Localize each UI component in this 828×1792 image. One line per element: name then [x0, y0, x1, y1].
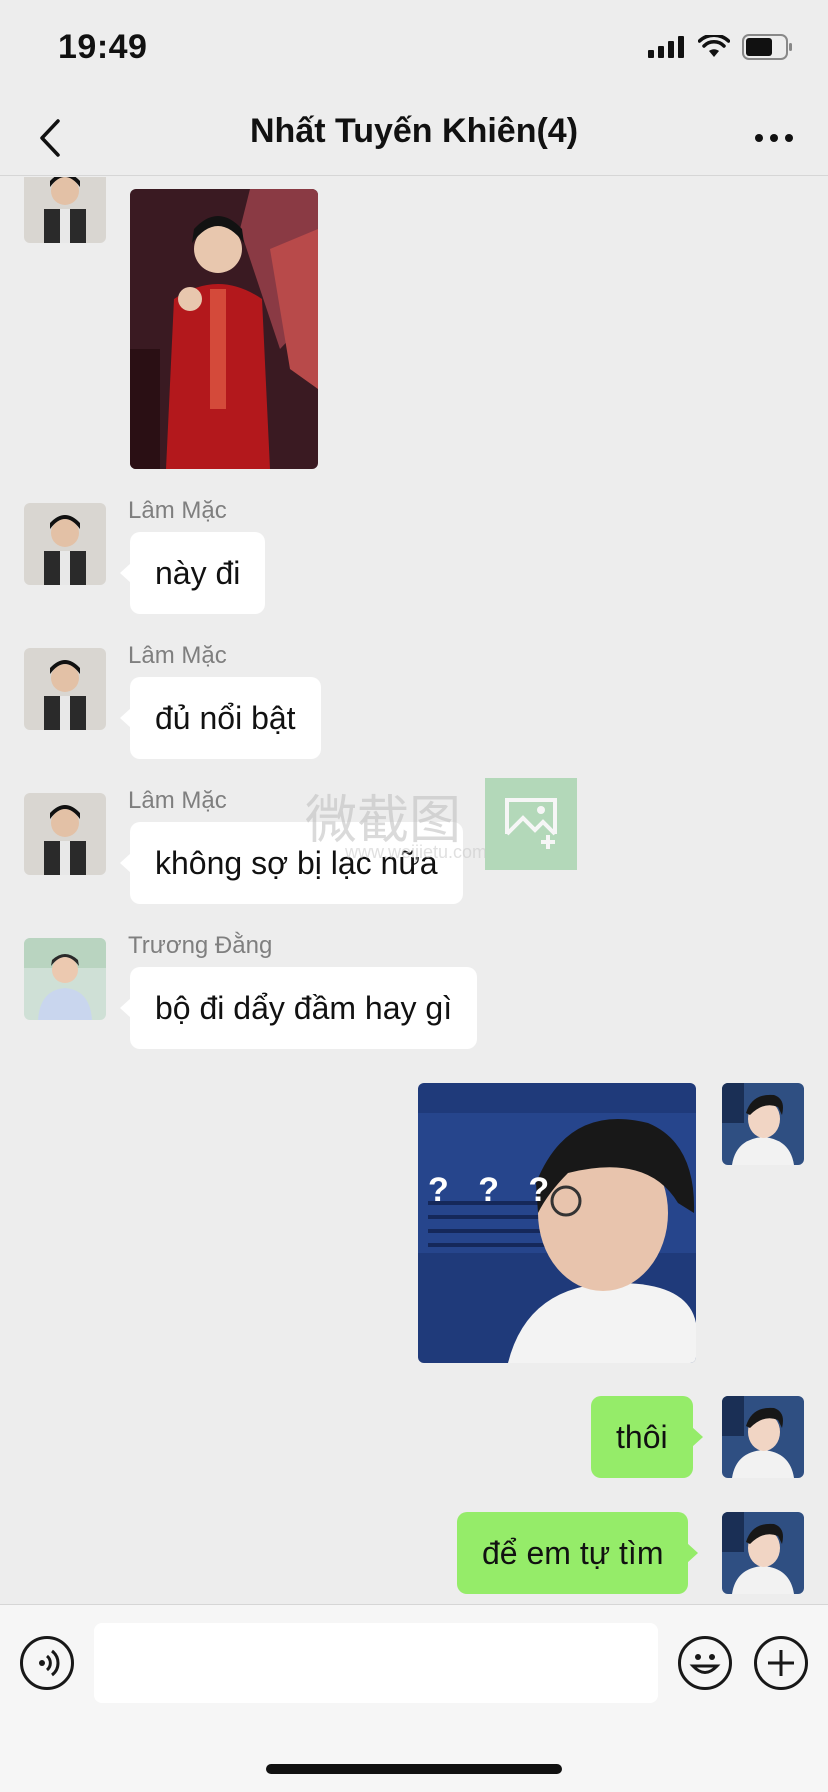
more-dots-icon — [755, 134, 793, 142]
avatar[interactable] — [24, 177, 106, 243]
photo-red-suit-icon — [130, 189, 318, 469]
sender-name: Lâm Mặc — [128, 642, 227, 669]
message-bubble[interactable]: đủ nổi bật — [120, 677, 321, 759]
message-bubble-outgoing[interactable]: thôi — [591, 1396, 703, 1478]
avatar[interactable] — [24, 503, 106, 585]
watermark-image-icon — [485, 778, 577, 870]
message-bubble[interactable]: bộ đi dẩy đầm hay gì — [119, 967, 478, 1049]
avatar-boy-light-icon — [24, 938, 106, 1020]
avatar-self-icon — [722, 1512, 804, 1594]
image-message[interactable]: ? ? ? — [418, 1083, 696, 1363]
avatar-boy-icon — [24, 503, 106, 585]
status-bar: 19:49 — [0, 0, 828, 100]
avatar-boy-icon — [24, 793, 106, 875]
sender-name: Trương Đằng — [128, 932, 273, 959]
avatar[interactable] — [24, 648, 106, 730]
status-icons — [648, 34, 794, 60]
avatar-self-icon — [722, 1083, 804, 1165]
battery-icon — [742, 34, 792, 60]
image-message[interactable] — [130, 189, 318, 469]
voice-icon — [39, 1649, 60, 1677]
message-bubble-outgoing[interactable]: để em tự tìm — [457, 1512, 699, 1594]
sender-name: Lâm Mặc — [128, 787, 227, 814]
message-bubble[interactable]: này đi — [119, 532, 266, 614]
message-input[interactable] — [94, 1623, 658, 1703]
avatar[interactable] — [24, 793, 106, 875]
wifi-icon — [698, 35, 730, 57]
watermark-url: www.weijietu.com — [345, 842, 488, 862]
voice-input-button[interactable] — [20, 1636, 74, 1690]
watermark: 微截图 www.weijietu.com — [305, 778, 585, 874]
my-avatar[interactable] — [722, 1396, 804, 1478]
sender-name: Lâm Mặc — [128, 497, 227, 524]
home-indicator[interactable] — [266, 1764, 562, 1774]
avatar-boy-icon — [24, 648, 106, 730]
more-options-button[interactable] — [746, 110, 802, 166]
image-overlay-text: ? ? ? — [428, 1171, 560, 1209]
my-avatar[interactable] — [722, 1083, 804, 1165]
avatar-boy-icon — [24, 177, 106, 243]
smiley-icon — [689, 1654, 721, 1674]
avatar[interactable] — [24, 938, 106, 1020]
plus-icon — [768, 1650, 794, 1676]
my-avatar[interactable] — [722, 1512, 804, 1594]
status-time: 19:49 — [58, 28, 148, 66]
cellular-signal-icon — [648, 36, 684, 58]
more-functions-button[interactable] — [754, 1636, 808, 1690]
message-list[interactable]: Lâm Mặc này đi Lâm Mặc đủ nổi bật Lâm Mặ… — [0, 177, 828, 1603]
emoji-button[interactable] — [678, 1636, 732, 1690]
avatar-self-icon — [722, 1396, 804, 1478]
photo-confused-face-icon — [418, 1083, 696, 1363]
chat-header: Nhất Tuyến Khiên(4) — [0, 100, 828, 176]
chat-title: Nhất Tuyến Khiên(4) — [249, 112, 579, 150]
